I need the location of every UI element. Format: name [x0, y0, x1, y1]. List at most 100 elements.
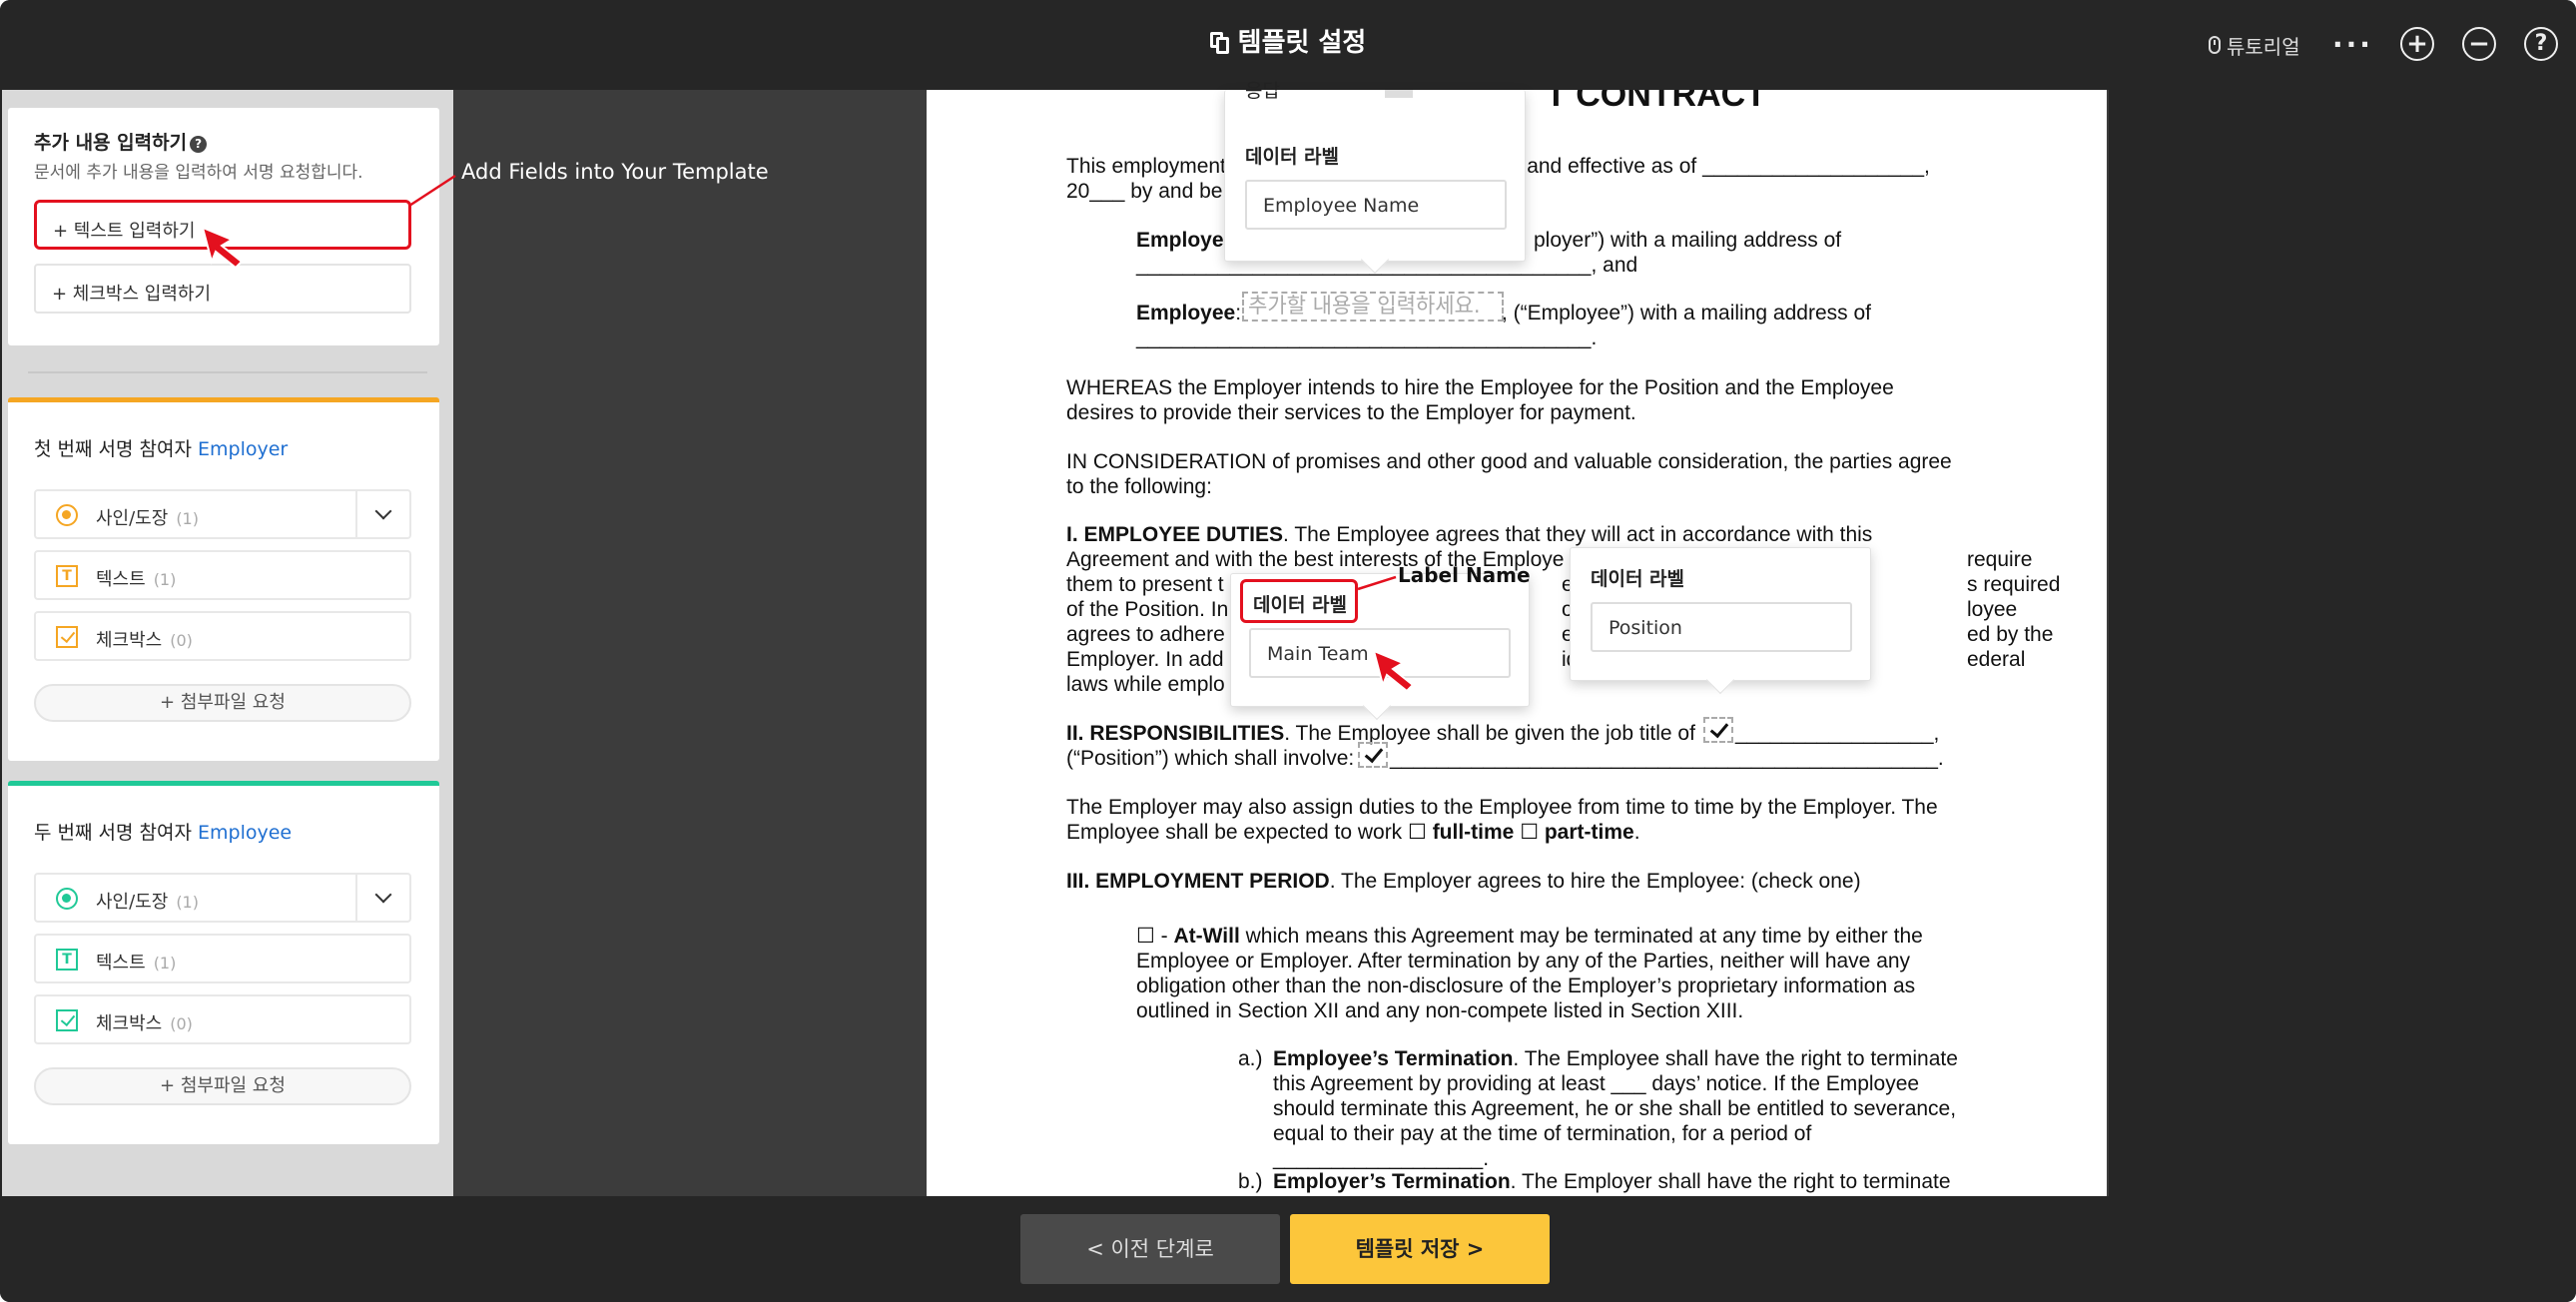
chevron-down-icon[interactable] — [355, 875, 409, 921]
annotation-label-name: Label Name — [1398, 563, 1531, 587]
signature-icon — [56, 888, 78, 910]
prev-step-button[interactable]: < 이전 단계로 — [1020, 1214, 1280, 1284]
doc-text: desires to provide their services to the… — [1066, 401, 1636, 424]
signer-title: 첫 번째 서명 참여자 Employer — [34, 438, 289, 460]
app-window: 템플릿 설정 튜토리얼 ··· + − ? 추가 내용 입력하기? 문서에 추가… — [0, 0, 2576, 1302]
template-doc-icon — [1209, 30, 1230, 54]
position-check-field[interactable] — [1703, 717, 1733, 743]
mouse-icon — [2209, 36, 2221, 54]
doc-text: I. EMPLOYEE DUTIES. The Employee agrees … — [1066, 523, 1873, 546]
top-header: 템플릿 설정 튜토리얼 ··· + − ? — [0, 0, 2576, 90]
doc-text: ☐ - At-Will which means this Agreement m… — [1136, 925, 1923, 948]
doc-text: IN CONSIDERATION of promises and other g… — [1066, 450, 1952, 473]
page-title-text: 템플릿 설정 — [1237, 28, 1367, 58]
signer-role: Employee — [198, 822, 293, 844]
add-content-subtitle: 문서에 추가 내용을 입력하여 서명 요청합니다. — [34, 163, 363, 183]
request-attachment-button[interactable]: + 첨부파일 요청 — [34, 684, 411, 722]
doc-text: obligation other than the non-disclosure… — [1136, 975, 1916, 997]
doc-text: should terminate this Agreement, he or s… — [1273, 1097, 1957, 1120]
data-label-title: 데이터 라벨 — [1591, 568, 1685, 590]
employee-text-field[interactable]: 추가할 내용을 입력하세요. — [1242, 292, 1504, 322]
doc-text: require — [1967, 548, 2033, 571]
popover-partial-control — [1385, 90, 1413, 98]
doc-text: III. EMPLOYMENT PERIOD. The Employer agr… — [1066, 870, 1861, 893]
left-sidebar: 추가 내용 입력하기? 문서에 추가 내용을 입력하여 서명 요청합니다. + … — [2, 90, 453, 1196]
checkbox-icon — [56, 1009, 78, 1031]
signer-role: Employer — [198, 438, 289, 460]
signer-card-employee: 두 번째 서명 참여자 Employee 사인/도장 (1) T 텍스트 (1) 체… — [8, 781, 439, 1144]
doc-text: Employee: — [1136, 302, 1242, 325]
text-icon: T — [56, 565, 78, 587]
save-template-button[interactable]: 템플릿 저장 > — [1290, 1214, 1550, 1284]
doc-text: ed by the — [1967, 623, 2054, 646]
doc-text: s required — [1967, 573, 2061, 596]
doc-text: ederal — [1967, 648, 2026, 671]
doc-text: laws while emplo — [1066, 673, 1225, 696]
main-team-check-field[interactable] — [1358, 742, 1388, 768]
zoom-out-icon[interactable]: − — [2462, 27, 2496, 61]
doc-text: a.) — [1238, 1047, 1263, 1070]
doc-text: loyee — [1967, 598, 2018, 621]
checkbox-icon — [56, 626, 78, 648]
label-highlight-box — [1240, 579, 1358, 623]
doc-text: ployer”) with a mailing address of — [1534, 229, 1842, 252]
more-menu-icon[interactable]: ··· — [2332, 28, 2373, 61]
doc-text: , (“Employee”) with a mailing address of — [1502, 302, 1871, 325]
doc-text: them to present t — [1066, 573, 1224, 596]
text-field-item[interactable]: T 텍스트 (1) — [34, 550, 411, 600]
signature-field-item[interactable]: 사인/도장 (1) — [34, 873, 411, 923]
doc-text: __________________. — [1273, 1147, 1490, 1170]
chevron-down-icon[interactable] — [355, 491, 409, 537]
footer-bar — [0, 1196, 2576, 1302]
doc-text: This employment — [1066, 155, 1226, 178]
doc-text: Employee shall be expected to work ☐ ful… — [1066, 821, 1640, 844]
doc-text: The Employer may also assign duties to t… — [1066, 796, 1938, 819]
help-icon[interactable]: ? — [190, 136, 208, 153]
doc-text: Employer’s Termination. The Employer sha… — [1273, 1170, 1951, 1193]
doc-text: Employee or Employer. After termination … — [1136, 950, 1911, 973]
doc-text: Employer. In add — [1066, 648, 1224, 671]
popover-partial-label: 응답 — [1245, 80, 1280, 102]
doc-text: Employee’s Termination. The Employee sha… — [1273, 1047, 1958, 1070]
doc-text: equal to their pay at the time of termin… — [1273, 1122, 1812, 1145]
doc-text: agrees to adhere — [1066, 623, 1225, 646]
doc-text: ________________________________________… — [1390, 747, 1944, 770]
data-label-input[interactable]: Main Team — [1249, 628, 1511, 678]
add-content-title: 추가 내용 입력하기? — [34, 128, 208, 155]
doc-text: _______________________________________. — [1136, 326, 1598, 349]
doc-text: (“Position”) which shall involve: — [1066, 747, 1355, 770]
signer-card-employer: 첫 번째 서명 참여자 Employer 사인/도장 (1) T 텍스트 (1) 체… — [8, 397, 439, 761]
doc-text: 20___ by and be — [1066, 180, 1223, 203]
data-label-input[interactable]: Employee Name — [1245, 180, 1507, 230]
checkbox-field-item[interactable]: 체크박스 (0) — [34, 994, 411, 1044]
request-attachment-button[interactable]: + 첨부파일 요청 — [34, 1067, 411, 1105]
doc-text: to the following: — [1066, 475, 1212, 498]
data-label-input[interactable]: Position — [1591, 602, 1852, 652]
add-text-button[interactable]: + 텍스트 입력하기 — [34, 200, 411, 250]
data-label-popover-employee-name: 응답 데이터 라벨 Employee Name — [1224, 80, 1526, 275]
doc-text: of the Position. In — [1066, 598, 1229, 621]
data-label-title: 데이터 라벨 — [1245, 146, 1340, 168]
text-icon: T — [56, 949, 78, 971]
signature-field-item[interactable]: 사인/도장 (1) — [34, 489, 411, 539]
doc-text: outlined in Section XII and any non-comp… — [1136, 999, 1744, 1022]
tutorial-button[interactable]: 튜토리얼 — [2209, 0, 2300, 90]
doc-text: Employe — [1136, 229, 1224, 252]
signature-icon — [56, 504, 78, 526]
zoom-in-icon[interactable]: + — [2400, 27, 2434, 61]
add-checkbox-button[interactable]: + 체크박스 입력하기 — [34, 264, 411, 314]
page-title: 템플릿 설정 — [0, 22, 2576, 59]
doc-text: this Agreement by providing at least ___… — [1273, 1072, 1920, 1095]
tutorial-label: 튜토리얼 — [2227, 34, 2300, 59]
doc-text: b.) — [1238, 1170, 1263, 1193]
divider — [28, 371, 427, 373]
text-field-item[interactable]: T 텍스트 (1) — [34, 934, 411, 983]
doc-text: _________________, — [1735, 722, 1940, 745]
help-icon[interactable]: ? — [2524, 27, 2558, 61]
doc-text: WHEREAS the Employer intends to hire the… — [1066, 376, 1894, 399]
checkbox-field-item[interactable]: 체크박스 (0) — [34, 611, 411, 661]
doc-heading: T CONTRACT — [1546, 90, 1766, 114]
doc-text: de and effective as of _________________… — [1498, 155, 1930, 178]
add-content-card: 추가 내용 입력하기? 문서에 추가 내용을 입력하여 서명 요청합니다. + … — [8, 108, 439, 345]
data-label-popover-position: 데이터 라벨 Position — [1570, 547, 1871, 695]
